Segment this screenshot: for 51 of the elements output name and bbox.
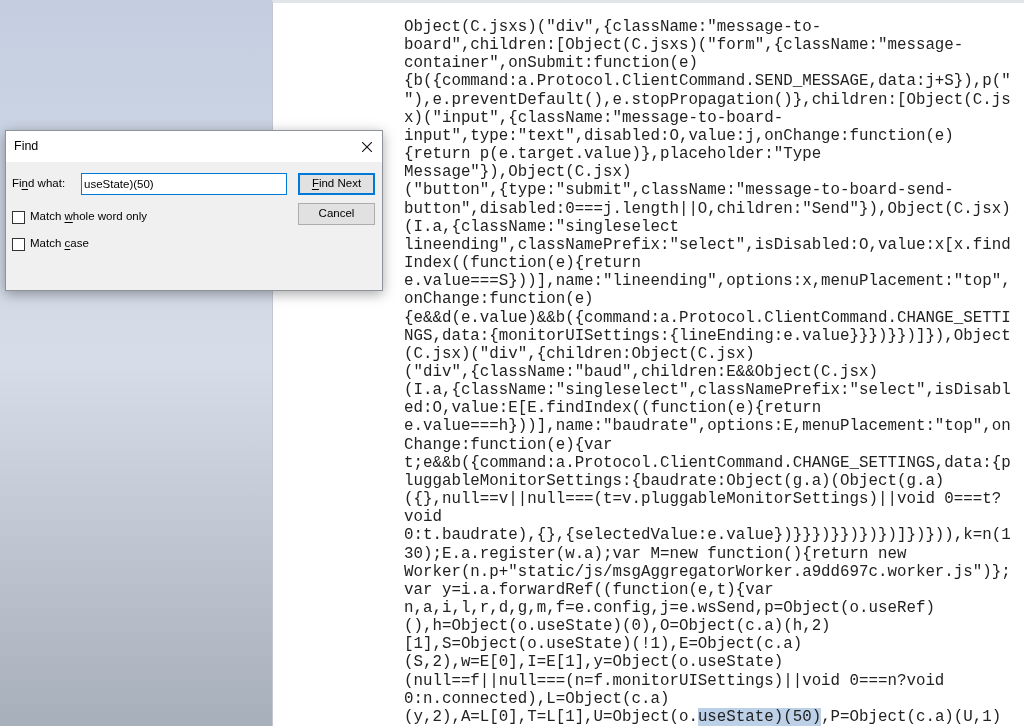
checkbox[interactable] bbox=[12, 237, 25, 251]
code-text: onChange:function(e) bbox=[404, 290, 594, 309]
code-text: e.value===h}))],name:"baudrate",options:E,menuPlacement:"top",on bbox=[404, 417, 1011, 436]
code-text: input",type:"text",disabled:O,value:j,onChange:function(e) bbox=[404, 126, 954, 145]
cancel-button[interactable]: Cancel bbox=[298, 203, 375, 225]
find-what-field[interactable]: useState)(50) bbox=[81, 173, 287, 195]
checkbox-label[interactable]: Match case bbox=[30, 235, 89, 253]
code-text: "),e.preventDefault(),e.stopPropagation()},children:[Object(C.js bbox=[404, 90, 1011, 109]
code-text: Change:function(e){var bbox=[404, 435, 613, 454]
code-text: Object(C.jsxs)("div",{className:"message-to- bbox=[404, 18, 822, 36]
code-text: (null==f||null===(n=f.monitorUISettings)||void 0===n?void bbox=[404, 671, 945, 690]
code-text: container",onSubmit:function(e) bbox=[404, 54, 698, 73]
code-text: ed:O,value:E[E.findIndex((function(e){return bbox=[404, 399, 822, 418]
code-text: [1],S=Object(o.useState)(!1),E=Object(c.a) bbox=[404, 635, 803, 654]
code-text: t;e&&b({command:a.Protocol.ClientCommand.CHANGE_SETTINGS,data:{p bbox=[404, 453, 1011, 472]
dialog-title: Find bbox=[14, 138, 39, 156]
code-text: (I.a,{className:"singleselect",classNamePrefix:"select",isDisabl bbox=[404, 381, 1011, 400]
code-text: n,a,i,l,r,d,g,m,f=e.config,j=e.wsSend,p=Object(o.useRef) bbox=[404, 599, 935, 617]
code-text: NGS,data:{monitorUISettings:{lineEnding:e.value}}})}})]}),Object bbox=[404, 326, 1011, 345]
code-text: {e&&d(e.value)&&b({command:a.Protocol.ClientCommand.CHANGE_SETTI bbox=[404, 308, 1011, 327]
code-text: void bbox=[404, 508, 442, 527]
code-text: luggableMonitorSettings:{baudrate:Object(g.a)(Object(g.a) bbox=[404, 471, 945, 490]
code-text: 0:n.connected),L=Object(c.a) bbox=[404, 689, 670, 708]
code-text: 30);E.a.register(w.a);var M=new function(){return new bbox=[404, 544, 907, 563]
checkbox-label[interactable]: Match whole word only bbox=[30, 208, 147, 226]
code-text: (y,2),A=L[0],T=L[1],U=Object(o. bbox=[404, 707, 698, 726]
find-next-button[interactable]: Find Next bbox=[298, 173, 375, 195]
search-match-highlight: useState)(50) bbox=[697, 707, 822, 726]
code-text: board",children:[Object(C.jsxs)("form",{className:"message- bbox=[404, 36, 964, 55]
code-text: Message"}),Object(C.jsx) bbox=[404, 163, 632, 182]
code-text: ("button",{type:"submit",className:"message-to-board-send- bbox=[404, 181, 954, 200]
code-text: 0:t.baudrate),{},{selectedValue:e.value})}}})}})})})]})})),k=n(1 bbox=[404, 526, 1011, 545]
close-icon bbox=[362, 141, 372, 152]
code-text: e.value===S}))],name:"lineending",options:x,menuPlacement:"top", bbox=[404, 272, 1011, 291]
checkbox[interactable] bbox=[12, 210, 25, 224]
code-text: {return p(e.target.value)},placeholder:"Type bbox=[404, 145, 822, 164]
code-text: (S,2),w=E[0],I=E[1],y=Object(o.useState) bbox=[404, 653, 784, 672]
code-text: (),h=Object(o.useState)(0),O=Object(c.a)(h,2) bbox=[404, 617, 831, 636]
code-text: var y=i.a.forwardRef((function(e,t){var bbox=[404, 580, 774, 599]
find-what-label: Find what: bbox=[12, 176, 67, 192]
code-text: button",disabled:0===j.length||O,children:"Send"}),Object(C.jsx) bbox=[404, 199, 1011, 218]
code-text: ,P=Object(c.a)(U,1) bbox=[821, 707, 1002, 726]
code-text: Index((function(e){return bbox=[404, 254, 641, 273]
code-text: ({},null==v||null===(t=v.pluggableMonitorSettings)||void 0===t? bbox=[404, 490, 1002, 509]
code-text: x)("input",{className:"message-to-board- bbox=[404, 108, 784, 127]
code-text: lineending",classNamePrefix:"select",isDisabled:O,value:x[x.find bbox=[404, 235, 1011, 254]
code-text: (I.a,{className:"singleselect bbox=[404, 217, 679, 236]
code-text: (C.jsx)("div",{children:Object(C.jsx) bbox=[404, 344, 755, 363]
code-text: Worker(n.p+"static/js/msgAggregatorWorker.a9dd697c.worker.js")}; bbox=[404, 562, 1011, 581]
code-text: {b({command:a.Protocol.ClientCommand.SEND_MESSAGE,data:j+S}),p(" bbox=[404, 72, 1011, 91]
code-text: ("div",{className:"baud",children:E&&Object(C.jsx) bbox=[404, 362, 878, 381]
